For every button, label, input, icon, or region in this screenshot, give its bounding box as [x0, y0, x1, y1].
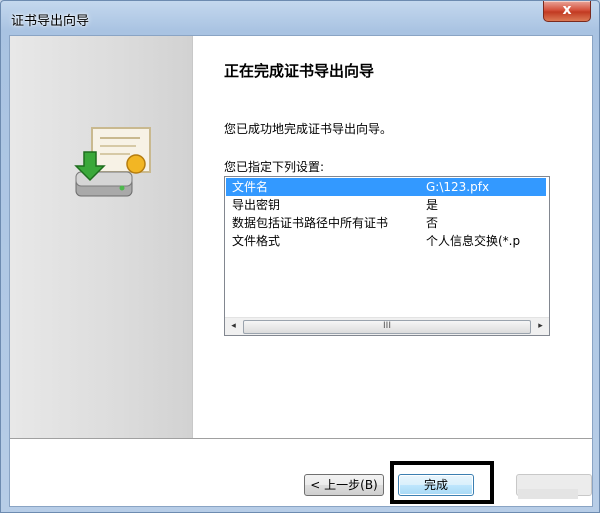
setting-key: 文件名: [232, 180, 269, 194]
list-item[interactable]: 导出密钥 是: [226, 196, 546, 214]
list-item[interactable]: 数据包括证书路径中所有证书 否: [226, 214, 546, 232]
back-button[interactable]: < 上一步(B): [304, 474, 384, 496]
setting-key: 数据包括证书路径中所有证书: [232, 216, 389, 230]
success-message: 您已成功地完成证书导出向导。: [224, 122, 393, 136]
setting-value: 是: [426, 198, 439, 212]
wizard-client-area: 正在完成证书导出向导 您已成功地完成证书导出向导。 您已指定下列设置: 文件名 …: [9, 35, 593, 507]
wizard-side-panel: [10, 36, 193, 438]
page-title: 正在完成证书导出向导: [224, 62, 375, 80]
setting-value: 个人信息交换(*.p: [426, 234, 521, 248]
window-title: 证书导出向导: [11, 14, 90, 29]
scroll-thumb[interactable]: III: [243, 320, 531, 334]
list-item[interactable]: 文件名 G:\123.pfx: [226, 178, 546, 196]
setting-key: 文件格式: [232, 234, 281, 248]
watermark-overlay: [518, 489, 578, 499]
button-separator: [10, 438, 592, 440]
settings-label: 您已指定下列设置:: [224, 160, 325, 174]
wizard-window: 证书导出向导 x 正在完成证书导出向导 您已成功地完成证书导出向导。 您已指定下…: [0, 0, 600, 513]
setting-value: 否: [426, 216, 439, 230]
scroll-left-icon[interactable]: ◂: [225, 318, 242, 335]
horizontal-scrollbar[interactable]: ◂ III ▸: [225, 317, 549, 335]
settings-list[interactable]: 文件名 G:\123.pfx 导出密钥 是 数据包括证书路径中所有证书 否 文件…: [224, 176, 550, 336]
setting-value: G:\123.pfx: [426, 180, 490, 194]
list-item[interactable]: 文件格式 个人信息交换(*.p: [226, 232, 546, 250]
title-bar[interactable]: 证书导出向导 x: [1, 1, 599, 35]
certificate-export-icon: [74, 127, 151, 197]
highlight-box: [390, 461, 494, 504]
setting-key: 导出密钥: [232, 198, 281, 212]
close-icon: x: [562, 2, 572, 18]
close-button[interactable]: x: [543, 1, 591, 22]
scroll-right-icon[interactable]: ▸: [532, 318, 549, 335]
